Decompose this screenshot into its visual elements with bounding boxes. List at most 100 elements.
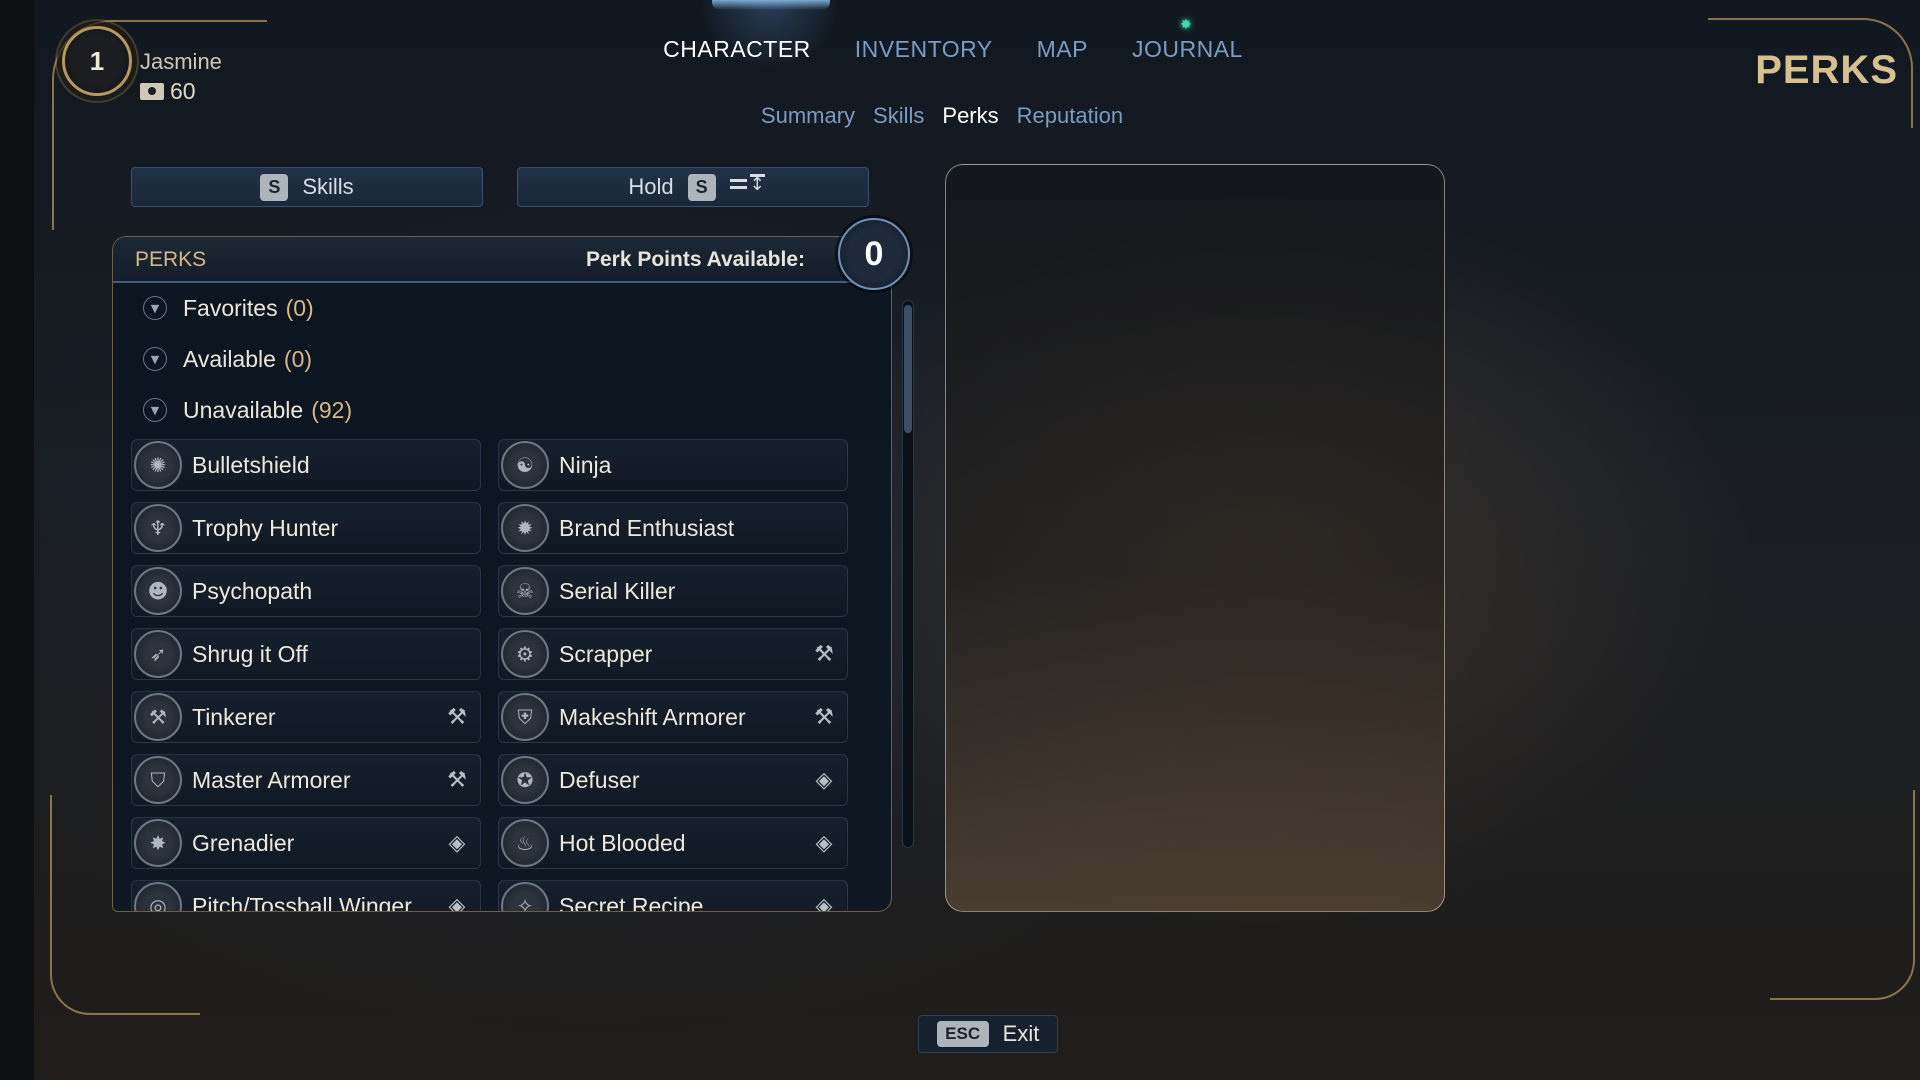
master-armorer-icon: ⛉ [134,756,182,804]
esc-key-hint: ESC [936,1021,989,1047]
perk-card[interactable]: ✸ Grenadier ◈ [131,817,481,869]
perk-name: Shrug it Off [192,640,308,667]
main-nav: CHARACTER INVENTORY MAP JOURNAL ✸ [0,16,1920,63]
perk-card[interactable]: ✧ Secret Recipe ◈ [498,880,848,912]
psychopath-icon: ☻ [134,567,182,615]
perk-card[interactable]: ➶ Shrug it Off [131,628,481,680]
skills-button[interactable]: S Skills [131,167,483,207]
category-available[interactable]: ▼ Available (0) [135,338,865,380]
perk-name: Psychopath [192,577,313,604]
money-icon [140,83,164,100]
perks-panel-title: PERKS [135,248,207,271]
perk-name: Defuser [559,766,640,793]
grenade-icon: ◈ [815,830,833,856]
perk-name: Tinkerer [192,703,276,730]
perk-card[interactable]: ⚙ Scrapper ⚒ [498,628,848,680]
active-tab-indicator [712,0,830,10]
subtab-reputation[interactable]: Reputation [1017,103,1123,129]
chevron-down-icon: ▼ [143,296,167,320]
perk-name: Brand Enthusiast [559,514,735,541]
category-unavailable[interactable]: ▼ Unavailable (92) [135,389,865,431]
shrug-icon: ➶ [134,630,182,678]
secret-recipe-icon: ✧ [501,882,549,911]
perk-card[interactable]: ◎ Pitch/Tossball Winger ◈ [131,880,481,912]
category-label: Unavailable [183,396,304,423]
brand-icon: ✹ [501,504,549,552]
perk-name: Master Armorer [192,766,351,793]
perk-name: Serial Killer [559,577,676,604]
perks-scrollbar-thumb[interactable] [904,305,912,433]
exit-button[interactable]: ESC Exit [918,1015,1058,1053]
perk-points-value: 0 [838,218,910,290]
tinkerer-icon: ⚒ [134,693,182,741]
new-entry-indicator-icon: ✸ [1179,16,1193,32]
grenade-icon: ◈ [448,893,466,912]
hot-blooded-icon: ♨ [501,819,549,867]
perk-card[interactable]: ☠ Serial Killer [498,565,848,617]
scrapper-icon: ⚙ [501,630,549,678]
skills-key-hint: S [260,173,289,201]
wrench-icon: ⚒ [814,704,834,730]
chevron-down-icon: ▼ [143,398,167,422]
left-edge-strip [0,0,34,1080]
wrench-icon: ⚒ [447,704,467,730]
trophy-icon: ♆ [134,504,182,552]
skills-button-label: Skills [302,174,354,199]
grenade-icon: ◈ [815,767,833,793]
category-count: (0) [285,294,314,321]
chevron-down-icon: ▼ [143,347,167,371]
perks-panel: PERKS Perk Points Available: ▼ Favorites… [112,236,892,912]
category-favorites[interactable]: ▼ Favorites (0) [135,287,865,329]
exit-label: Exit [1002,1021,1040,1046]
perk-name: Secret Recipe [559,892,704,912]
perk-card[interactable]: ⚒ Tinkerer ⚒ [131,691,481,743]
perk-card[interactable]: ⛉ Master Armorer ⚒ [131,754,481,806]
shield-burst-icon: ✺ [134,441,182,489]
tab-inventory[interactable]: INVENTORY [855,36,993,63]
tab-map[interactable]: MAP [1037,36,1088,63]
tab-character[interactable]: CHARACTER [663,36,811,63]
perk-card[interactable]: ♆ Trophy Hunter [131,502,481,554]
serial-killer-icon: ☠ [501,567,549,615]
sort-button[interactable]: Hold S ↕ [517,167,869,207]
perk-name: Hot Blooded [559,829,686,856]
grenade-icon: ◈ [815,893,833,912]
sub-nav: Summary Skills Perks Reputation [0,103,1920,129]
sort-key-hint: S [687,173,716,201]
perk-card[interactable]: ⛨ Makeshift Armorer ⚒ [498,691,848,743]
defuser-icon: ✪ [501,756,549,804]
money-value: 60 [170,78,196,104]
grenade-icon: ◈ [448,830,466,856]
perk-points-label: Perk Points Available: [585,248,805,271]
perk-name: Pitch/Tossball Winger [192,892,412,912]
sort-hold-label: Hold [628,174,674,199]
perk-name: Grenadier [192,829,295,856]
pitch-icon: ◎ [134,882,182,911]
perk-detail-panel [945,164,1445,912]
perk-card[interactable]: ☯ Ninja [498,439,848,491]
perk-name: Trophy Hunter [192,514,339,541]
ninja-icon: ☯ [501,441,549,489]
sort-icon: ↕ [729,174,765,197]
perk-card[interactable]: ✺ Bulletshield [131,439,481,491]
perk-card[interactable]: ✹ Brand Enthusiast [498,502,848,554]
category-label: Favorites [183,294,278,321]
frame-ornament-bottom-right [1770,790,1915,1000]
tab-journal[interactable]: JOURNAL ✸ [1132,16,1243,63]
wrench-icon: ⚒ [447,767,467,793]
perk-card[interactable]: ♨ Hot Blooded ◈ [498,817,848,869]
perk-card[interactable]: ☻ Psychopath [131,565,481,617]
perk-name: Bulletshield [192,451,310,478]
perks-panel-header: PERKS Perk Points Available: [113,237,891,283]
perk-card[interactable]: ✪ Defuser ◈ [498,754,848,806]
perk-name: Makeshift Armorer [559,703,746,730]
subtab-perks[interactable]: Perks [942,103,998,129]
category-label: Available [183,345,276,372]
subtab-skills[interactable]: Skills [873,103,924,129]
player-money: 60 [140,78,196,105]
category-count: (92) [311,396,353,423]
perk-name: Scrapper [559,640,653,667]
perk-name: Ninja [559,451,612,478]
subtab-summary[interactable]: Summary [761,103,855,129]
makeshift-armorer-icon: ⛨ [501,693,549,741]
